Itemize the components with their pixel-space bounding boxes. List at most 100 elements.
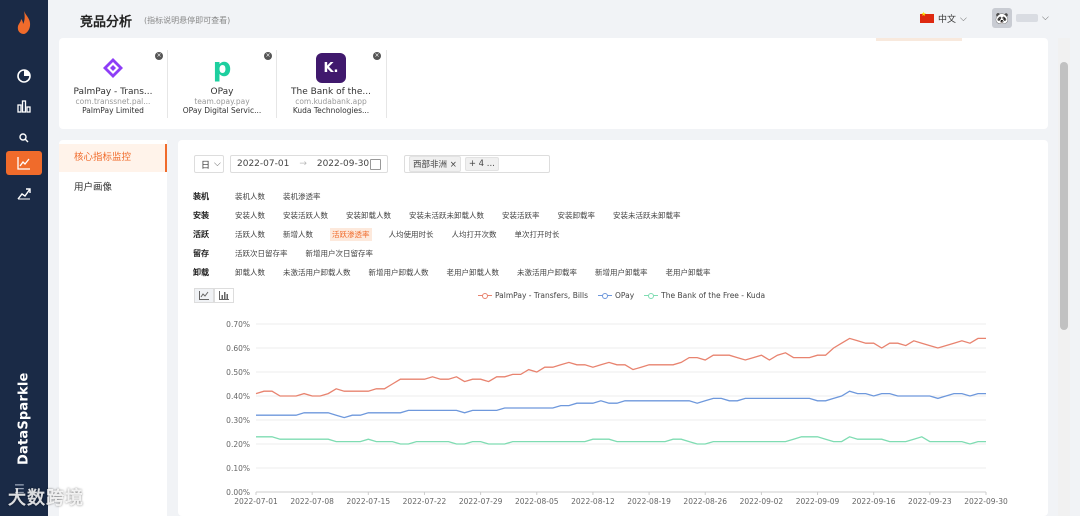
brand-logo: DataSparkle	[16, 372, 32, 466]
metric-option[interactable]: 未激活用户卸载率	[516, 266, 578, 279]
sidebar-item-competitor-analysis[interactable]	[6, 151, 42, 175]
sidebar-item-ranking[interactable]	[6, 94, 42, 118]
remove-app-icon[interactable]: ×	[264, 52, 272, 60]
nav-core-metrics[interactable]: 核心指标监控	[59, 144, 167, 172]
sidebar: DataSparkle ☰	[0, 0, 48, 516]
page-subtitle: (指标说明悬停即可查看)	[144, 16, 231, 25]
metric-option[interactable]: 安装活跃率	[501, 209, 541, 222]
more-regions-tag[interactable]: + 4 ...	[464, 157, 499, 171]
left-nav: 核心指标监控 用户画像	[59, 140, 167, 516]
metric-option[interactable]: 人均使用时长	[388, 228, 435, 241]
metric-group-label: 留存	[193, 249, 209, 258]
sidebar-item-search[interactable]	[6, 126, 42, 150]
compared-apps-card: × PalmPay - Trans... com.transsnet.pal..…	[59, 38, 1048, 129]
x-tick-label: 2022-09-23	[908, 497, 952, 506]
metric-row: 安装 安装人数 安装活跃人数 安装卸载人数 安装未活跃未卸载人数 安装活跃率 安装卸载率 安装…	[193, 206, 728, 225]
metric-option[interactable]: 单次打开时长	[514, 228, 561, 241]
region-select[interactable]: 西部非洲 × + 4 ...	[404, 155, 550, 173]
app-card-palmpay[interactable]: × PalmPay - Trans... com.transsnet.pal..…	[65, 48, 163, 124]
app-name: The Bank of the...	[291, 87, 371, 97]
metric-option[interactable]: 活跃渗透率	[330, 228, 372, 241]
y-tick-label: 0.10%	[226, 464, 250, 473]
x-tick-label: 2022-09-30	[964, 497, 1008, 506]
metric-option[interactable]: 新增人数	[282, 228, 314, 241]
y-tick-label: 0.40%	[226, 392, 250, 401]
app-card-kuda[interactable]: × K. The Bank of the... com.kudabank.app…	[283, 48, 381, 124]
metric-option[interactable]: 安装卸载率	[557, 209, 597, 222]
page-scrollbar[interactable]	[1058, 38, 1070, 516]
metric-option[interactable]: 新增用户次日留存率	[305, 247, 375, 260]
y-tick-label: 0.20%	[226, 440, 250, 449]
metric-option[interactable]: 新增用户卸载人数	[368, 266, 430, 279]
granularity-value: 日	[201, 160, 211, 171]
sidebar-item-trends[interactable]	[6, 181, 42, 205]
series-line-1	[256, 390, 986, 419]
pie-chart-icon	[17, 69, 31, 83]
remove-app-icon[interactable]: ×	[373, 52, 381, 60]
metric-group-label: 卸载	[193, 268, 209, 277]
panda-avatar-icon: 🐼	[992, 8, 1012, 28]
y-tick-label: 0.30%	[226, 416, 250, 425]
bar-chart-icon	[17, 100, 31, 113]
kuda-logo-icon: K.	[316, 53, 346, 83]
x-tick-label: 2022-08-19	[627, 497, 671, 506]
x-tick-label: 2022-07-15	[347, 497, 391, 506]
arrow-right-icon: →	[299, 159, 307, 169]
end-date: 2022-09-30	[316, 159, 370, 169]
scrollbar-thumb[interactable]	[1060, 62, 1068, 330]
series-line-0	[255, 337, 986, 397]
metric-selector: 装机 装机人数 装机渗透率 安装 安装人数 安装活跃人数 安装卸载人数 安装未活跃未卸载人数安…	[193, 187, 728, 282]
region-tag-label: 西部非洲	[413, 160, 448, 170]
close-icon[interactable]: ×	[450, 160, 457, 170]
legend-item[interactable]: The Bank of the Free - Kuda	[644, 291, 765, 300]
app-package: com.transsnet.pal...	[75, 97, 151, 106]
nav-user-profile[interactable]: 用户画像	[59, 174, 167, 202]
metric-option[interactable]: 活跃人数	[234, 228, 266, 241]
x-tick-label: 2022-09-09	[796, 497, 840, 506]
flame-logo-icon[interactable]	[12, 10, 36, 36]
metric-option[interactable]: 活跃次日留存率	[234, 247, 289, 260]
line-chart-toggle[interactable]	[194, 288, 214, 303]
legend-item[interactable]: OPay	[598, 291, 634, 300]
remove-app-icon[interactable]: ×	[155, 52, 163, 60]
line-chart-icon	[17, 157, 30, 170]
metric-option[interactable]: 安装未活跃未卸载率	[612, 209, 682, 222]
date-range-picker[interactable]: 2022-07-01 → 2022-09-30	[230, 155, 388, 173]
sidebar-item-overview[interactable]	[6, 64, 42, 88]
legend-label: PalmPay - Transfers, Bills	[495, 291, 589, 300]
y-tick-label: 0.00%	[226, 488, 250, 497]
divider	[386, 50, 387, 118]
metric-option[interactable]: 新增用户卸载率	[594, 266, 649, 279]
x-tick-label: 2022-08-05	[515, 497, 559, 506]
x-tick-label: 2022-07-08	[290, 497, 334, 506]
metric-option[interactable]: 老用户卸载人数	[446, 266, 501, 279]
bar-chart-toggle[interactable]	[214, 288, 234, 303]
legend-marker-icon	[478, 292, 492, 299]
granularity-select[interactable]: 日 ⌵	[194, 155, 224, 173]
metric-option[interactable]: 装机人数	[234, 190, 266, 203]
user-menu[interactable]: 🐼 ⌵	[992, 8, 1049, 28]
metric-option[interactable]: 未激活用户卸载人数	[282, 266, 352, 279]
metric-option[interactable]: 安装卸载人数	[345, 209, 392, 222]
metric-option[interactable]: 安装活跃人数	[282, 209, 329, 222]
app-developer: Kuda Technologies...	[292, 106, 370, 115]
legend-marker-icon	[644, 292, 659, 299]
app-card-opay[interactable]: × p OPay team.opay.pay OPay Digital Serv…	[174, 48, 272, 124]
region-tag[interactable]: 西部非洲 ×	[409, 156, 461, 172]
metric-option[interactable]: 安装人数	[234, 209, 266, 222]
trend-icon	[17, 188, 31, 200]
topbar: 竞品分析 (指标说明悬停即可查看) 中文 ⌵ 🐼 ⌵	[48, 0, 1080, 38]
y-tick-label: 0.70%	[226, 320, 250, 329]
metric-option[interactable]: 安装未活跃未卸载人数	[408, 209, 485, 222]
language-selector[interactable]: 中文 ⌵	[920, 11, 967, 25]
y-tick-label: 0.50%	[226, 368, 250, 377]
metric-option[interactable]: 装机渗透率	[282, 190, 322, 203]
legend-item[interactable]: PalmPay - Transfers, Bills	[478, 291, 588, 300]
metric-option[interactable]: 老用户卸载率	[665, 266, 712, 279]
y-tick-label: 0.60%	[226, 344, 250, 353]
metric-row: 装机 装机人数 装机渗透率	[193, 187, 728, 206]
metric-option[interactable]: 卸载人数	[234, 266, 266, 279]
add-app-tab[interactable]	[876, 38, 962, 41]
divider	[276, 50, 277, 118]
metric-option[interactable]: 人均打开次数	[451, 228, 498, 241]
